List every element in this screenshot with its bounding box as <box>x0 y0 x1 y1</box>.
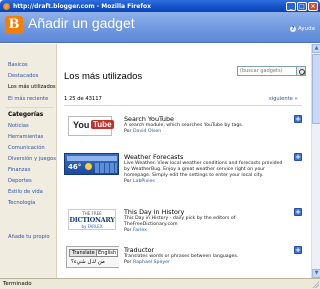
sidebar-item-deportes[interactable]: Deportes <box>8 178 32 184</box>
author-prefix: Por <box>124 260 132 265</box>
sidebar-item-destacados[interactable]: Destacados <box>8 73 38 79</box>
help-label: Ayuda <box>298 26 315 32</box>
weather-temperature: 46° <box>68 163 82 171</box>
result-count: 1 25 de 43117 <box>64 96 102 102</box>
free-dictionary-logo-icon: THE FREE DICTIONARY by FARLEX <box>68 209 116 230</box>
author-prefix: Por <box>124 228 132 233</box>
add-gadget-button[interactable]: + <box>294 153 302 161</box>
vertical-scrollbar[interactable]: ▲ ▼ <box>311 44 320 278</box>
sidebar-item-basicos[interactable]: Basicos <box>8 62 28 68</box>
gadget-author-link[interactable]: David Olsen <box>133 129 161 134</box>
search-icon[interactable] <box>296 66 306 76</box>
dictionary-logo-sub: by FARLEX <box>81 224 103 229</box>
minimize-button[interactable]: _ <box>286 1 296 11</box>
section-title: Los más utilizados <box>64 71 143 82</box>
translation-sample-text: من ‏ك‌ل شيء؟ <box>71 259 105 265</box>
gadget-name[interactable]: This Day in History <box>124 208 184 216</box>
page-heading: Añadir un gadget <box>28 15 135 31</box>
main-content: Los más utilizados 1 25 de 43117 siguien… <box>57 44 311 278</box>
gadget-name[interactable]: Traductor <box>124 246 154 254</box>
help-link[interactable]: ? Ayuda <box>290 26 315 32</box>
youtube-logo-tube: Tube <box>91 120 114 129</box>
gadget-description-text: A search module, which searches YouTube … <box>124 123 244 128</box>
gadget-author-link[interactable]: LabPixies <box>133 179 155 184</box>
gadget-description: Live Weather. View local weather conditi… <box>124 161 289 185</box>
sidebar-divider <box>5 107 53 108</box>
author-prefix: Por <box>124 129 132 134</box>
scroll-down-icon[interactable]: ▼ <box>312 269 320 278</box>
youtube-thumbnail: You Tube <box>64 115 119 137</box>
gadget-description: A search module, which searches YouTube … <box>124 123 289 135</box>
sidebar-item-finanzas[interactable]: Finanzas <box>8 167 30 173</box>
translator-thumbnail: Translate English من ‏ك‌ل شيء؟ <box>64 246 119 268</box>
add-gadget-button[interactable]: + <box>294 115 302 123</box>
gadget-search-input[interactable] <box>237 66 299 76</box>
sidebar-item-noticias[interactable]: Noticias <box>8 123 29 129</box>
sidebar-item-mas-reciente[interactable]: El más reciente <box>8 96 48 102</box>
firefox-icon <box>3 2 10 10</box>
window-controls: _ □ × <box>286 1 318 11</box>
translate-preview-button: Translate <box>69 249 98 257</box>
add-own-gadget-link[interactable]: Añade tu propio <box>8 234 50 240</box>
sun-icon <box>85 163 92 170</box>
weather-header-strip <box>67 156 117 161</box>
divider <box>64 105 302 106</box>
youtube-logo-icon: You Tube <box>68 116 114 136</box>
gadget-description-text: This Day in History - daily pick by the … <box>124 216 236 227</box>
gadget-description-text: Translates words or phrases between lang… <box>124 254 239 259</box>
translator-widget-icon: Translate English من ‏ك‌ل شيء؟ <box>66 246 119 268</box>
window-titlebar: http://draft.blogger.com - Mozilla Firef… <box>0 0 320 12</box>
add-gadget-button[interactable]: + <box>294 208 302 216</box>
dictionary-logo-main: DICTIONARY <box>69 216 115 224</box>
gadget-description-text: Live Weather. View local weather conditi… <box>124 161 283 178</box>
weather-widget-icon: 46° <box>64 153 119 175</box>
forecast-cells <box>95 163 117 173</box>
author-prefix: Por <box>124 179 132 184</box>
sidebar-item-diversion[interactable]: Diversión y juegos <box>8 156 56 162</box>
next-page-link[interactable]: siguiente » <box>269 96 298 102</box>
maximize-button[interactable]: □ <box>297 1 307 11</box>
gadget-description: Translates words or phrases between lang… <box>124 254 289 266</box>
sidebar-item-comunicacion[interactable]: Comunicación <box>8 145 45 151</box>
scrollbar-thumb[interactable] <box>312 54 320 124</box>
dictionary-thumbnail: THE FREE DICTIONARY by FARLEX <box>64 208 119 230</box>
language-preview-select: English <box>96 249 118 257</box>
gadget-author-link[interactable]: Farlex <box>133 228 147 233</box>
gadget-name[interactable]: Weather Forecasts <box>124 153 183 161</box>
status-text: Terminado <box>3 281 32 287</box>
gadget-author-link[interactable]: Raphael Speyer <box>133 260 170 265</box>
sidebar-item-tecnologia[interactable]: Tecnología <box>8 200 35 206</box>
sidebar-item-estilo-de-vida[interactable]: Estilo de vida <box>8 189 43 195</box>
weather-thumbnail: 46° <box>64 153 119 175</box>
sidebar-item-herramientas[interactable]: Herramientas <box>8 134 43 140</box>
close-button[interactable]: × <box>308 1 318 11</box>
resize-grip-icon[interactable] <box>312 281 319 288</box>
youtube-logo-you: You <box>73 120 90 130</box>
window-title: http://draft.blogger.com - Mozilla Firef… <box>13 2 151 10</box>
sidebar-item-mas-utilizados[interactable]: Los más utilizados <box>8 84 56 90</box>
sidebar: Basicos Destacados Los más utilizados El… <box>0 44 57 278</box>
add-gadget-button[interactable]: + <box>294 246 302 254</box>
gadget-description: This Day in History - daily pick by the … <box>124 216 289 234</box>
status-bar: Terminado <box>0 278 320 289</box>
page-header: B Añadir un gadget ? Ayuda <box>0 12 320 43</box>
help-icon: ? <box>290 26 296 32</box>
scroll-up-icon[interactable]: ▲ <box>312 44 320 53</box>
blogger-logo-icon: B <box>5 16 23 34</box>
categories-heading: Categorías <box>8 112 44 118</box>
gadget-name[interactable]: Search YouTube <box>124 115 174 123</box>
